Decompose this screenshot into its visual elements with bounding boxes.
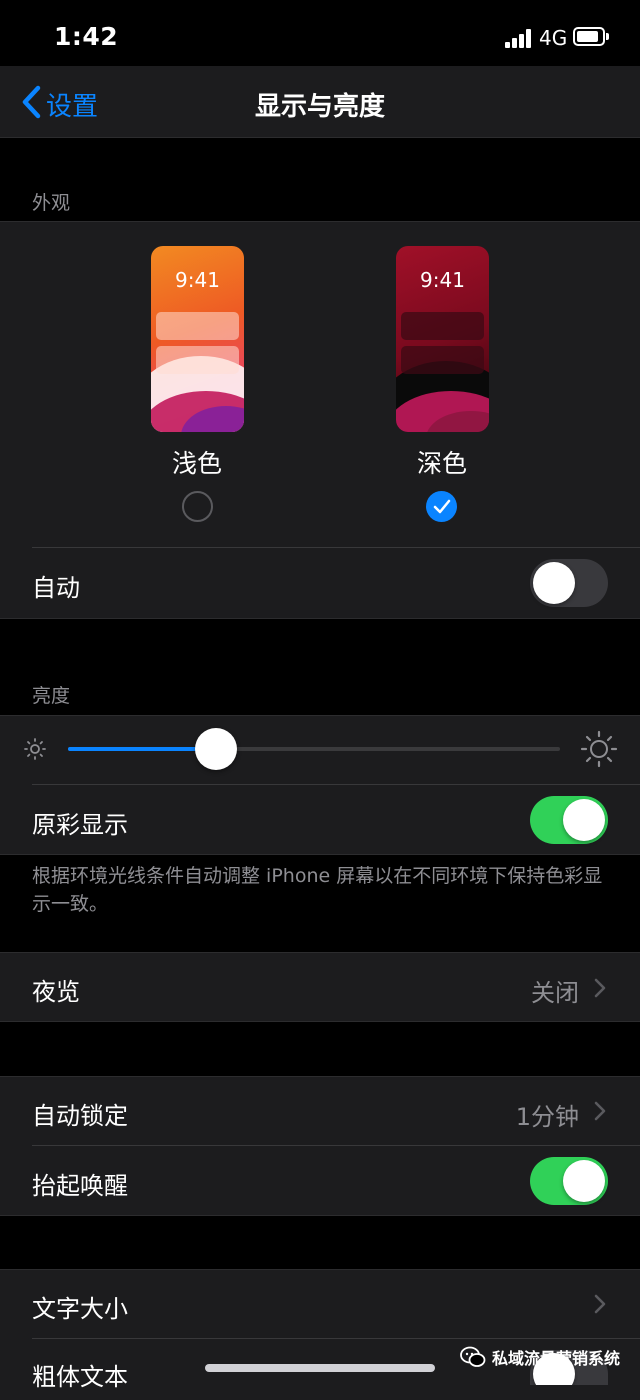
brightness-slider-fill	[68, 747, 216, 751]
chevron-right-icon	[594, 1101, 606, 1121]
toggle-knob	[533, 562, 575, 604]
brightness-high-icon	[580, 730, 618, 768]
true-tone-toggle[interactable]	[530, 796, 608, 844]
light-mode-label[interactable]: 浅色	[137, 444, 257, 480]
true-tone-label: 原彩显示	[32, 811, 128, 839]
auto-lock-value: 1分钟	[515, 1103, 579, 1131]
watermark: 私域流量营销系统	[460, 1345, 620, 1369]
appearance-group	[0, 221, 640, 619]
text-size-label[interactable]: 文字大小	[32, 1289, 128, 1324]
dark-preview-card	[401, 346, 484, 374]
night-shift-value: 关闭	[531, 979, 579, 1007]
separator	[32, 784, 640, 785]
auto-appearance-toggle[interactable]	[530, 559, 608, 607]
light-mode-preview[interactable]: 9:41	[151, 246, 244, 432]
battery-icon	[573, 27, 605, 46]
checkmark-icon	[433, 499, 451, 514]
bold-text-label: 粗体文本	[32, 1363, 128, 1391]
auto-appearance-label: 自动	[32, 574, 80, 602]
section-header-appearance: 外观	[32, 192, 71, 214]
dark-mode-label[interactable]: 深色	[382, 444, 502, 480]
auto-lock-label[interactable]: 自动锁定	[32, 1096, 128, 1131]
separator	[32, 547, 640, 548]
dark-preview-card	[401, 312, 484, 340]
raise-to-wake-label: 抬起唤醒	[32, 1172, 128, 1200]
toggle-knob	[563, 1160, 605, 1202]
chevron-right-icon	[594, 1294, 606, 1314]
watermark-text: 私域流量营销系统	[492, 1349, 621, 1368]
wechat-icon	[460, 1346, 486, 1367]
raise-to-wake-toggle[interactable]	[530, 1157, 608, 1205]
separator	[32, 1338, 640, 1339]
light-mode-radio[interactable]	[182, 491, 213, 522]
status-time: 1:42	[54, 22, 119, 51]
signal-icon	[505, 28, 533, 48]
network-type: 4G	[539, 26, 568, 50]
light-preview-card	[156, 346, 239, 374]
light-preview-card	[156, 312, 239, 340]
toggle-knob	[563, 799, 605, 841]
battery-tip	[606, 33, 609, 40]
brightness-slider-thumb[interactable]	[194, 728, 237, 770]
true-tone-footnote: 根据环境光线条件自动调整 iPhone 屏幕以在不同环境下保持色彩显示一致。	[32, 865, 603, 915]
dark-mode-preview[interactable]: 9:41	[396, 246, 489, 432]
page-title: 显示与亮度	[254, 92, 385, 122]
dark-preview-time: 9:41	[420, 268, 465, 292]
brightness-low-icon	[24, 738, 46, 760]
chevron-right-icon	[594, 978, 606, 998]
night-shift-label[interactable]: 夜览	[32, 972, 80, 1007]
dark-mode-radio[interactable]	[426, 491, 457, 522]
section-header-brightness: 亮度	[32, 685, 71, 707]
separator	[32, 1145, 640, 1146]
home-indicator	[205, 1364, 435, 1372]
light-preview-time: 9:41	[175, 268, 220, 292]
